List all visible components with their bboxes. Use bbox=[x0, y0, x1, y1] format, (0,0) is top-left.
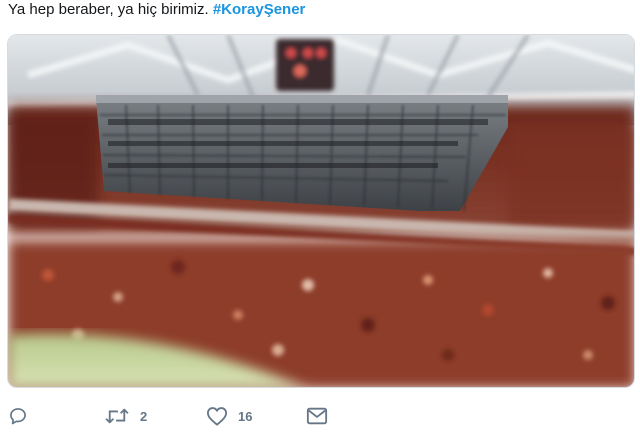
stadium-photo bbox=[8, 35, 634, 387]
retweet-icon bbox=[105, 408, 129, 424]
envelope-icon bbox=[306, 407, 328, 425]
reply-icon bbox=[10, 408, 26, 425]
tweet-text: Ya hep beraber, ya hiç birimiz. #KorayŞe… bbox=[8, 1, 305, 19]
tweet-actions: 2 16 bbox=[0, 400, 640, 432]
like-button[interactable]: 16 bbox=[206, 404, 252, 428]
tweet-body: Ya hep beraber, ya hiç birimiz. bbox=[8, 1, 213, 18]
hashtag-link[interactable]: #KorayŞener bbox=[213, 1, 306, 18]
direct-message-button[interactable] bbox=[306, 404, 328, 428]
retweet-count: 2 bbox=[140, 408, 148, 424]
reply-button[interactable] bbox=[8, 404, 28, 428]
tweet: Ya hep beraber, ya hiç birimiz. #KorayŞe… bbox=[0, 0, 640, 437]
retweet-button[interactable]: 2 bbox=[104, 404, 147, 428]
like-count: 16 bbox=[238, 408, 253, 424]
tweet-photo[interactable] bbox=[7, 34, 635, 388]
heart-icon bbox=[207, 407, 227, 426]
